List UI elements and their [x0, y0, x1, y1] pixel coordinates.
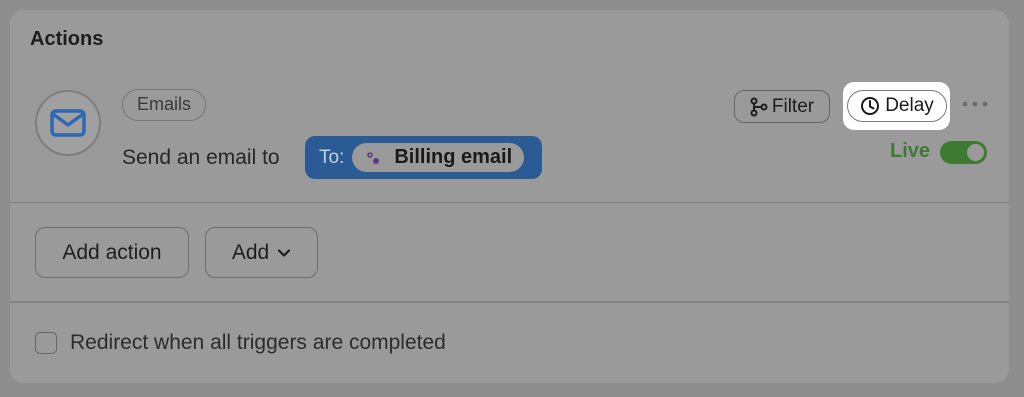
redirect-checkbox[interactable] [35, 332, 57, 354]
divider-bottom [10, 301, 1009, 303]
action-description: Send an email to [122, 146, 280, 169]
recipient-prefix: To: [319, 146, 345, 168]
variable-icon [367, 151, 380, 164]
recipient-chip-label: Billing email [394, 146, 513, 168]
filter-button-label: Filter [771, 95, 815, 117]
status-label: Live [890, 140, 931, 162]
clock-icon [861, 97, 880, 115]
add-label: Add [231, 240, 270, 264]
filter-button[interactable]: Filter [734, 90, 830, 123]
delay-button-label: Delay [885, 95, 934, 116]
add-dropdown-button[interactable]: Add [205, 227, 318, 278]
add-action-button[interactable]: Add action [35, 227, 189, 278]
category-tag: Emails [122, 89, 207, 121]
toggle-knob [967, 144, 984, 161]
more-options-icon[interactable] [961, 94, 989, 114]
chevron-down-icon [278, 248, 291, 257]
actions-card: Actions Emails Send an email to To: Bill… [10, 10, 1009, 383]
section-title: Actions [30, 28, 104, 50]
recipient-field[interactable]: To: Billing email [305, 136, 542, 179]
mail-icon [50, 109, 86, 137]
redirect-label: Redirect when all triggers are completed [70, 331, 446, 354]
email-action-avatar [35, 90, 101, 156]
recipient-chip[interactable]: Billing email [352, 143, 525, 172]
add-action-label: Add action [62, 240, 162, 264]
live-toggle[interactable] [940, 141, 987, 164]
delay-button[interactable]: Delay [847, 90, 947, 122]
branch-icon [750, 97, 768, 116]
divider-top [10, 202, 1009, 203]
